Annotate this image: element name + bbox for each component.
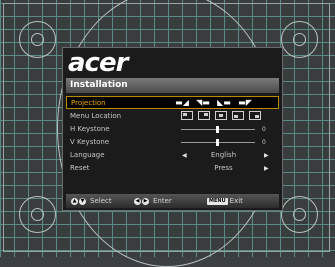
- v-keystone-slider[interactable]: [181, 139, 255, 146]
- projection-rear-desktop-icon[interactable]: ◣▬: [216, 98, 232, 108]
- slider-knob[interactable]: [216, 126, 219, 133]
- menu-item-language[interactable]: Language ◀ English ▶: [66, 149, 279, 162]
- exit-hint-label: Exit: [229, 197, 243, 205]
- corner-circle-bottom-right-inner: [293, 208, 306, 221]
- menu-location-top-right-icon[interactable]: [198, 111, 210, 120]
- osd-menu-panel: acer Installation Projection ▬◢ ◥▬ ◣▬ ▬◤…: [62, 47, 283, 211]
- projection-front-ceiling-icon[interactable]: ◥▬: [195, 98, 211, 108]
- menu-item-menu-location[interactable]: Menu Location: [66, 110, 279, 123]
- enter-hint: ◀ ▶ Enter: [134, 194, 172, 208]
- menu-item-label: Language: [70, 151, 105, 159]
- menu-item-label: Menu Location: [70, 112, 122, 120]
- menu-item-label: V Keystone: [70, 138, 110, 146]
- menu-item-projection[interactable]: Projection ▬◢ ◥▬ ◣▬ ▬◤: [66, 96, 279, 109]
- menu-location-bottom-right-icon[interactable]: [249, 111, 261, 120]
- menu-item-h-keystone[interactable]: H Keystone 0: [66, 123, 279, 136]
- select-hint-label: Select: [90, 197, 112, 205]
- brand-logo: acer: [68, 48, 128, 78]
- corner-circle-top-right-inner: [293, 33, 306, 46]
- arrow-left-icon[interactable]: ◀: [182, 149, 187, 162]
- h-keystone-value: 0: [262, 126, 266, 133]
- menu-item-label: H Keystone: [70, 125, 110, 133]
- menu-location-center-icon[interactable]: [215, 111, 227, 120]
- projection-rear-ceiling-icon[interactable]: ▬◤: [237, 98, 253, 108]
- arrow-right-icon[interactable]: ▶: [264, 149, 269, 162]
- slider-knob[interactable]: [216, 139, 219, 146]
- arrow-right-icon[interactable]: ▶: [264, 162, 269, 175]
- osd-footer: ▲ ▼ Select ◀ ▶ Enter MENU Exit: [66, 194, 279, 208]
- menu-location-top-left-icon[interactable]: [181, 111, 193, 120]
- exit-hint: MENU Exit: [207, 194, 243, 208]
- menu-item-label: Reset: [70, 164, 90, 172]
- menu-item-label: Projection: [71, 99, 106, 107]
- menu-location-bottom-left-icon[interactable]: [232, 111, 244, 120]
- left-key-icon: ◀: [134, 197, 141, 205]
- right-key-icon: ▶: [142, 197, 149, 205]
- corner-circle-top-left-inner: [31, 33, 44, 46]
- down-key-icon: ▼: [79, 197, 86, 205]
- enter-hint-label: Enter: [153, 197, 172, 205]
- language-value: English: [210, 151, 237, 159]
- select-hint: ▲ ▼ Select: [71, 194, 112, 208]
- v-keystone-value: 0: [262, 139, 266, 146]
- menu-title: Installation: [66, 78, 279, 93]
- corner-circle-bottom-left-inner: [31, 208, 44, 221]
- up-key-icon: ▲: [71, 197, 78, 205]
- h-keystone-slider[interactable]: [181, 126, 255, 133]
- menu-key-icon: MENU: [207, 197, 228, 205]
- menu-item-reset[interactable]: Reset Press ▶: [66, 162, 279, 175]
- projection-front-desktop-icon[interactable]: ▬◢: [174, 98, 190, 108]
- reset-value: Press: [214, 164, 233, 172]
- menu-item-v-keystone[interactable]: V Keystone 0: [66, 136, 279, 149]
